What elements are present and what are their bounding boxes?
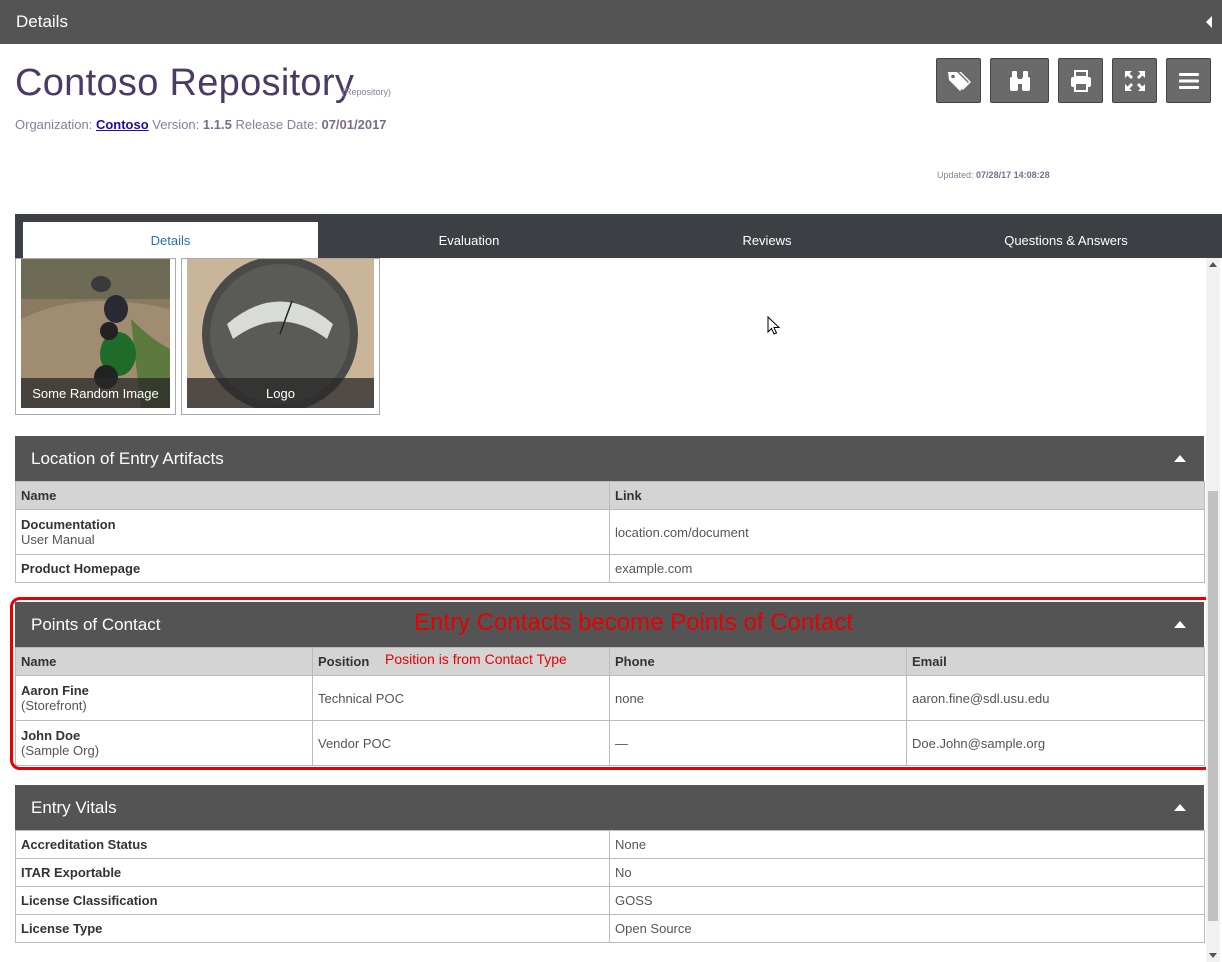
contact-phone: none [609, 675, 907, 721]
artifacts-section: Location of Entry Artifacts Name Link Do… [15, 436, 1205, 583]
watch-button[interactable] [990, 58, 1049, 103]
version-label: Version: [152, 117, 200, 132]
org-label: Organization: [15, 117, 93, 132]
contact-name: Aaron Fine [21, 683, 89, 698]
vital-label: ITAR Exportable [21, 865, 122, 880]
artifact-name-cell: Product Homepage [15, 554, 610, 583]
table-row: License Classification GOSS [15, 886, 1205, 915]
artifact-name-cell: Documentation User Manual [15, 509, 610, 555]
vital-value: None [609, 830, 1205, 859]
artifact-link[interactable]: location.com/document [609, 509, 1205, 555]
table-row: Product Homepage example.com [15, 554, 1205, 583]
expand-icon [1124, 70, 1145, 91]
contact-org: (Sample Org) [21, 743, 100, 758]
section-title: Location of Entry Artifacts [31, 448, 224, 468]
media-thumbnail[interactable]: Logo [181, 258, 380, 415]
updated-value: 07/28/17 14:08:28 [976, 170, 1050, 180]
vitals-section: Entry Vitals Accreditation Status None I… [15, 785, 1205, 943]
artifacts-table: Name Link Documentation User Manual loca… [15, 481, 1205, 583]
column-header: Name [15, 647, 313, 676]
table-row: Documentation User Manual location.com/d… [15, 509, 1205, 555]
menu-button[interactable] [1166, 58, 1211, 103]
contact-name-cell: Aaron Fine (Storefront) [15, 675, 313, 721]
updated-info: Updated: 07/28/17 14:08:28 [937, 170, 1050, 180]
vital-label: License Classification [21, 893, 158, 908]
tab-details[interactable]: Details [23, 222, 318, 258]
release-value: 07/01/2017 [321, 117, 387, 132]
artifacts-section-header[interactable]: Location of Entry Artifacts [15, 436, 1204, 481]
artifact-link[interactable]: example.com [609, 554, 1205, 583]
updated-label: Updated: [937, 170, 974, 180]
column-header: Phone [609, 647, 907, 676]
entry-type-label: (Repository) [342, 87, 392, 97]
scrollbar-thumb[interactable] [1208, 491, 1218, 921]
vital-label-cell: License Classification [15, 886, 610, 915]
collapse-up-icon[interactable] [1174, 804, 1186, 811]
vital-label-cell: Accreditation Status [15, 830, 610, 859]
collapse-up-icon[interactable] [1174, 455, 1186, 462]
column-header: Name [15, 481, 610, 510]
vital-label: License Type [21, 921, 103, 936]
org-link[interactable]: Contoso [96, 117, 149, 132]
contact-phone: — [609, 720, 907, 766]
section-title: Entry Vitals [31, 797, 117, 817]
vital-value: No [609, 858, 1205, 887]
version-value: 1.1.5 [202, 117, 232, 132]
contact-position: Vendor POC [312, 720, 610, 766]
collapse-up-icon[interactable] [1174, 621, 1186, 628]
tab-evaluation[interactable]: Evaluation [320, 222, 618, 258]
vital-label-cell: License Type [15, 914, 610, 943]
tags-button[interactable] [936, 58, 981, 103]
column-header: Link [609, 481, 1205, 510]
vitals-table: Accreditation Status None ITAR Exportabl… [15, 830, 1205, 943]
top-bar: Details [0, 0, 1222, 44]
media-caption: Logo [187, 378, 374, 408]
table-row: John Doe (Sample Org) Vendor POC — Doe.J… [15, 720, 1205, 766]
contact-org: (Storefront) [21, 698, 87, 713]
vitals-section-header[interactable]: Entry Vitals [15, 785, 1204, 830]
table-row: ITAR Exportable No [15, 858, 1205, 887]
table-row: License Type Open Source [15, 914, 1205, 943]
print-button[interactable] [1058, 58, 1103, 103]
page-title: Contoso Repository [15, 62, 355, 104]
tab-questions-answers[interactable]: Questions & Answers [916, 222, 1216, 258]
contact-email[interactable]: aaron.fine@sdl.usu.edu [906, 675, 1205, 721]
vital-label-cell: ITAR Exportable [15, 858, 610, 887]
scroll-up-icon[interactable] [1209, 262, 1217, 267]
tab-bar: Details Evaluation Reviews Questions & A… [15, 214, 1222, 258]
contacts-table: Name Position Phone Email Aaron Fine (St… [15, 647, 1205, 766]
binoculars-icon [1009, 70, 1030, 91]
table-row: Aaron Fine (Storefront) Technical POC no… [15, 675, 1205, 721]
tab-reviews[interactable]: Reviews [618, 222, 916, 258]
annotation-note: Position is from Contact Type [385, 651, 567, 667]
menu-icon [1178, 72, 1199, 89]
media-thumbnail[interactable]: Some Random Image [15, 258, 176, 415]
artifact-subtype: User Manual [21, 532, 95, 547]
contact-position: Technical POC [312, 675, 610, 721]
column-header: Email [906, 647, 1205, 676]
content-scrollbar[interactable] [1206, 258, 1220, 962]
section-title: Points of Contact [31, 614, 161, 634]
table-row: Accreditation Status None [15, 830, 1205, 859]
vital-value: GOSS [609, 886, 1205, 915]
tags-icon [947, 71, 971, 91]
fullscreen-button[interactable] [1112, 58, 1157, 103]
artifact-name: Documentation [21, 517, 116, 532]
scroll-down-icon[interactable] [1209, 953, 1217, 958]
print-icon [1070, 69, 1091, 92]
release-label: Release Date: [235, 117, 318, 132]
contact-email[interactable]: Doe.John@sample.org [906, 720, 1205, 766]
artifact-name: Product Homepage [21, 561, 141, 576]
entry-meta: Organization: Contoso Version: 1.1.5 Rel… [15, 117, 387, 132]
media-caption: Some Random Image [21, 378, 170, 408]
collapse-left-icon[interactable] [1206, 16, 1212, 28]
top-bar-title: Details [16, 12, 68, 31]
contact-name: John Doe [21, 728, 81, 743]
vital-label: Accreditation Status [21, 837, 148, 852]
mouse-cursor-icon [767, 316, 781, 335]
annotation-title: Entry Contacts become Points of Contact [414, 609, 853, 636]
contact-name-cell: John Doe (Sample Org) [15, 720, 313, 766]
vital-value: Open Source [609, 914, 1205, 943]
